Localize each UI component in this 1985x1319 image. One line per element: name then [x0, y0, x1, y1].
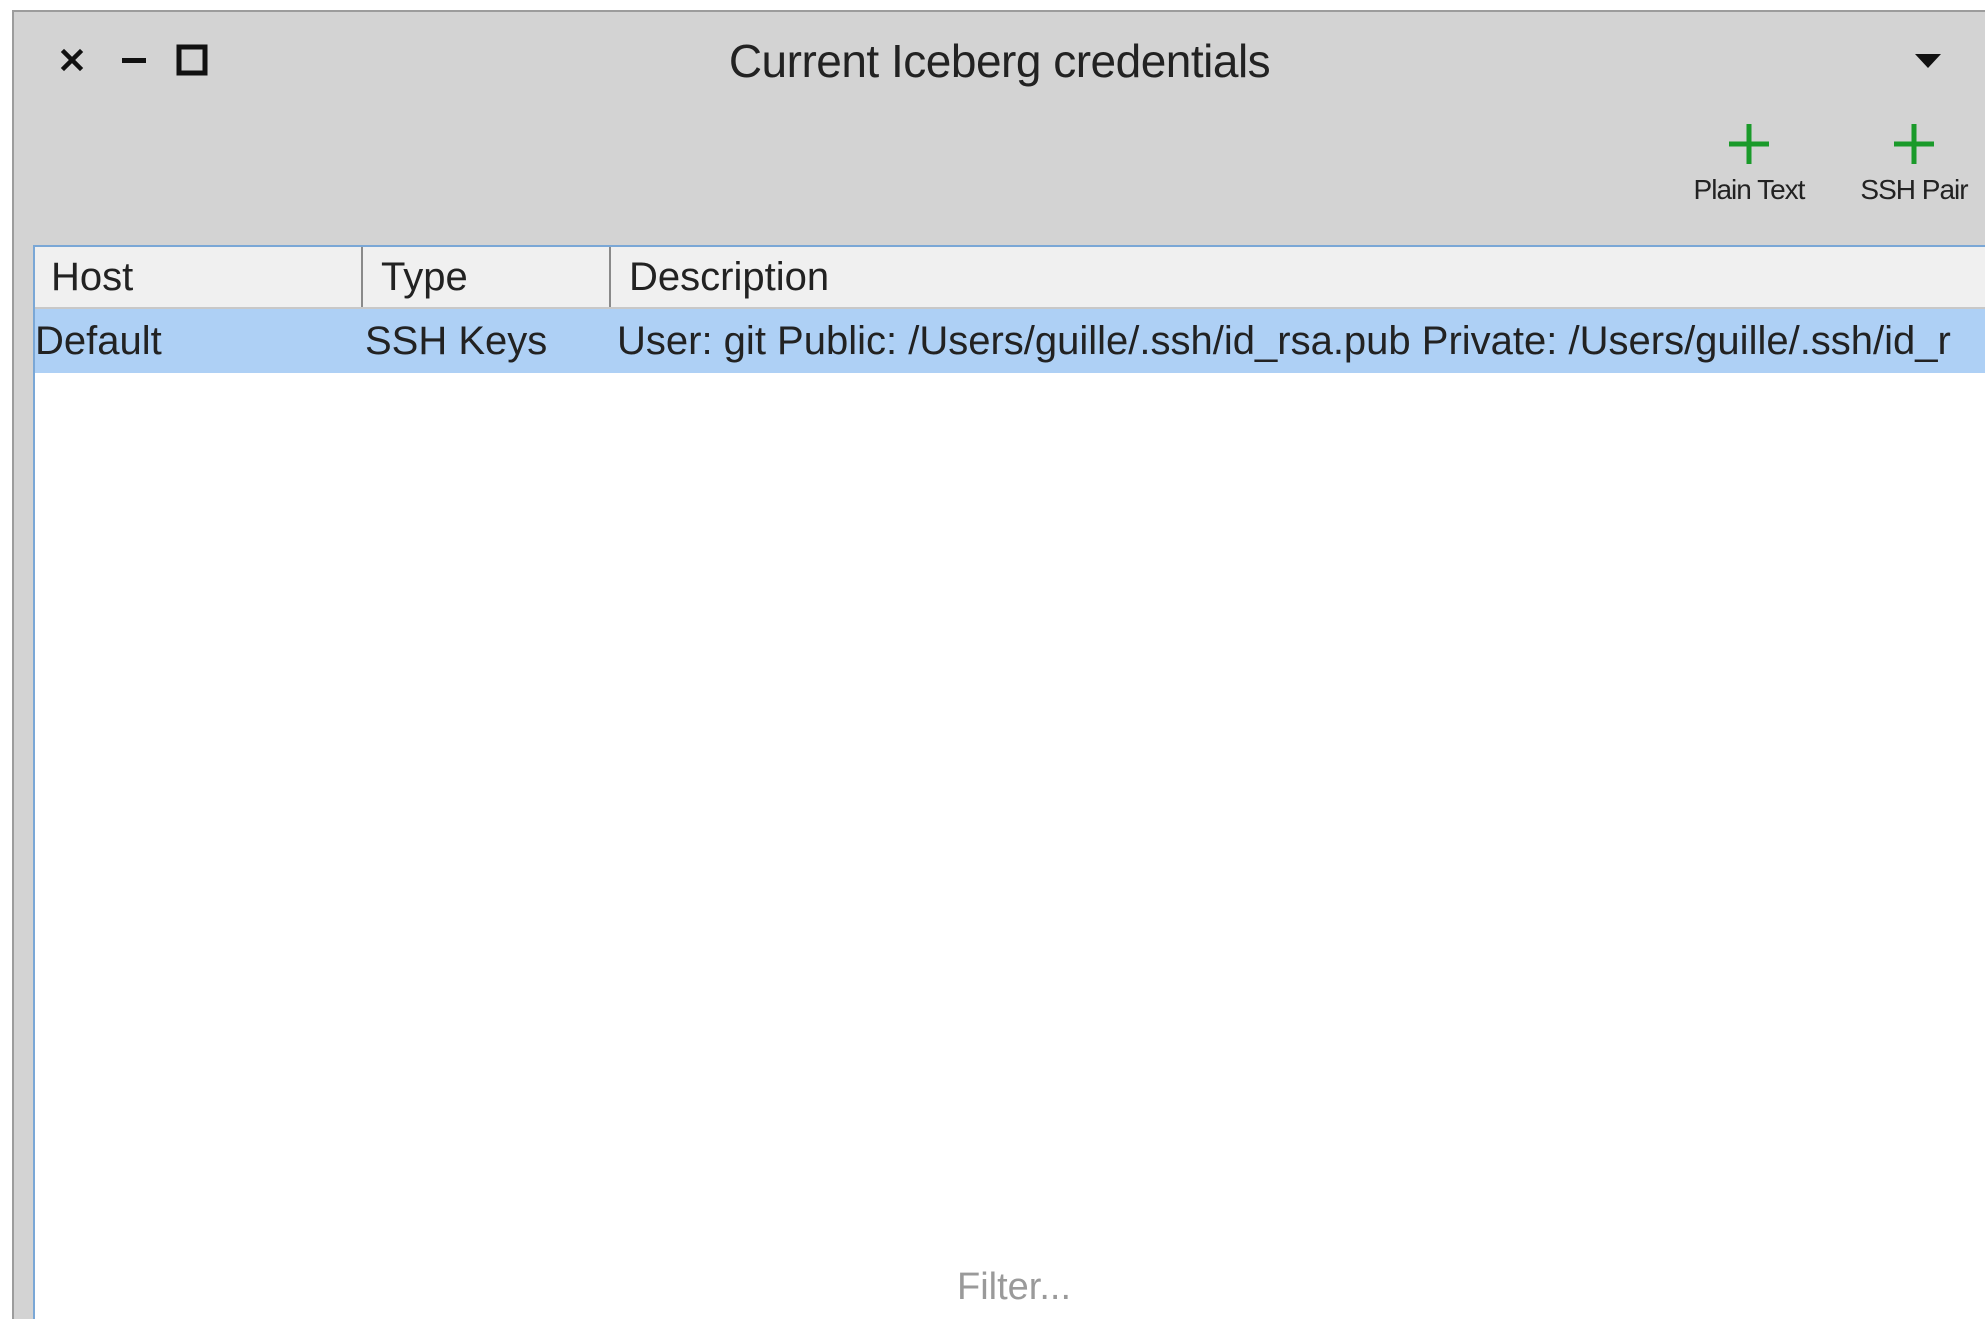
plus-icon	[1894, 124, 1934, 164]
chevron-down-icon	[1915, 54, 1941, 68]
plain-text-label: Plain Text	[1693, 174, 1806, 205]
window-title: Current Iceberg credentials	[728, 35, 1271, 87]
cell-type: SSH Keys	[365, 319, 548, 363]
table-header: Host Type Description	[35, 247, 1985, 309]
cell-description: User: git Public: /Users/guille/.ssh/id_…	[617, 319, 1951, 363]
cell-host: Default	[35, 319, 162, 363]
title-bar: Current Iceberg credentials	[14, 12, 1985, 112]
window-menu-button[interactable]	[1913, 50, 1943, 72]
credentials-table: Host Type Description Default SSH Keys U…	[33, 245, 1985, 1319]
plus-icon	[1729, 124, 1769, 164]
add-plain-text-button[interactable]: Plain Text	[1664, 122, 1834, 206]
filter-field[interactable]: Filter...	[35, 1266, 1985, 1309]
add-ssh-pair-button[interactable]: SSH Pair	[1834, 122, 1985, 206]
ssh-pair-label: SSH Pair	[1860, 174, 1968, 205]
credentials-window: Current Iceberg credentials Plain Text S…	[12, 10, 1985, 1319]
table-row[interactable]: Default SSH Keys User: git Public: /User…	[35, 309, 1985, 373]
column-header-type[interactable]: Type	[365, 247, 611, 307]
column-header-description[interactable]: Description	[613, 247, 1985, 307]
column-header-host[interactable]: Host	[35, 247, 363, 307]
